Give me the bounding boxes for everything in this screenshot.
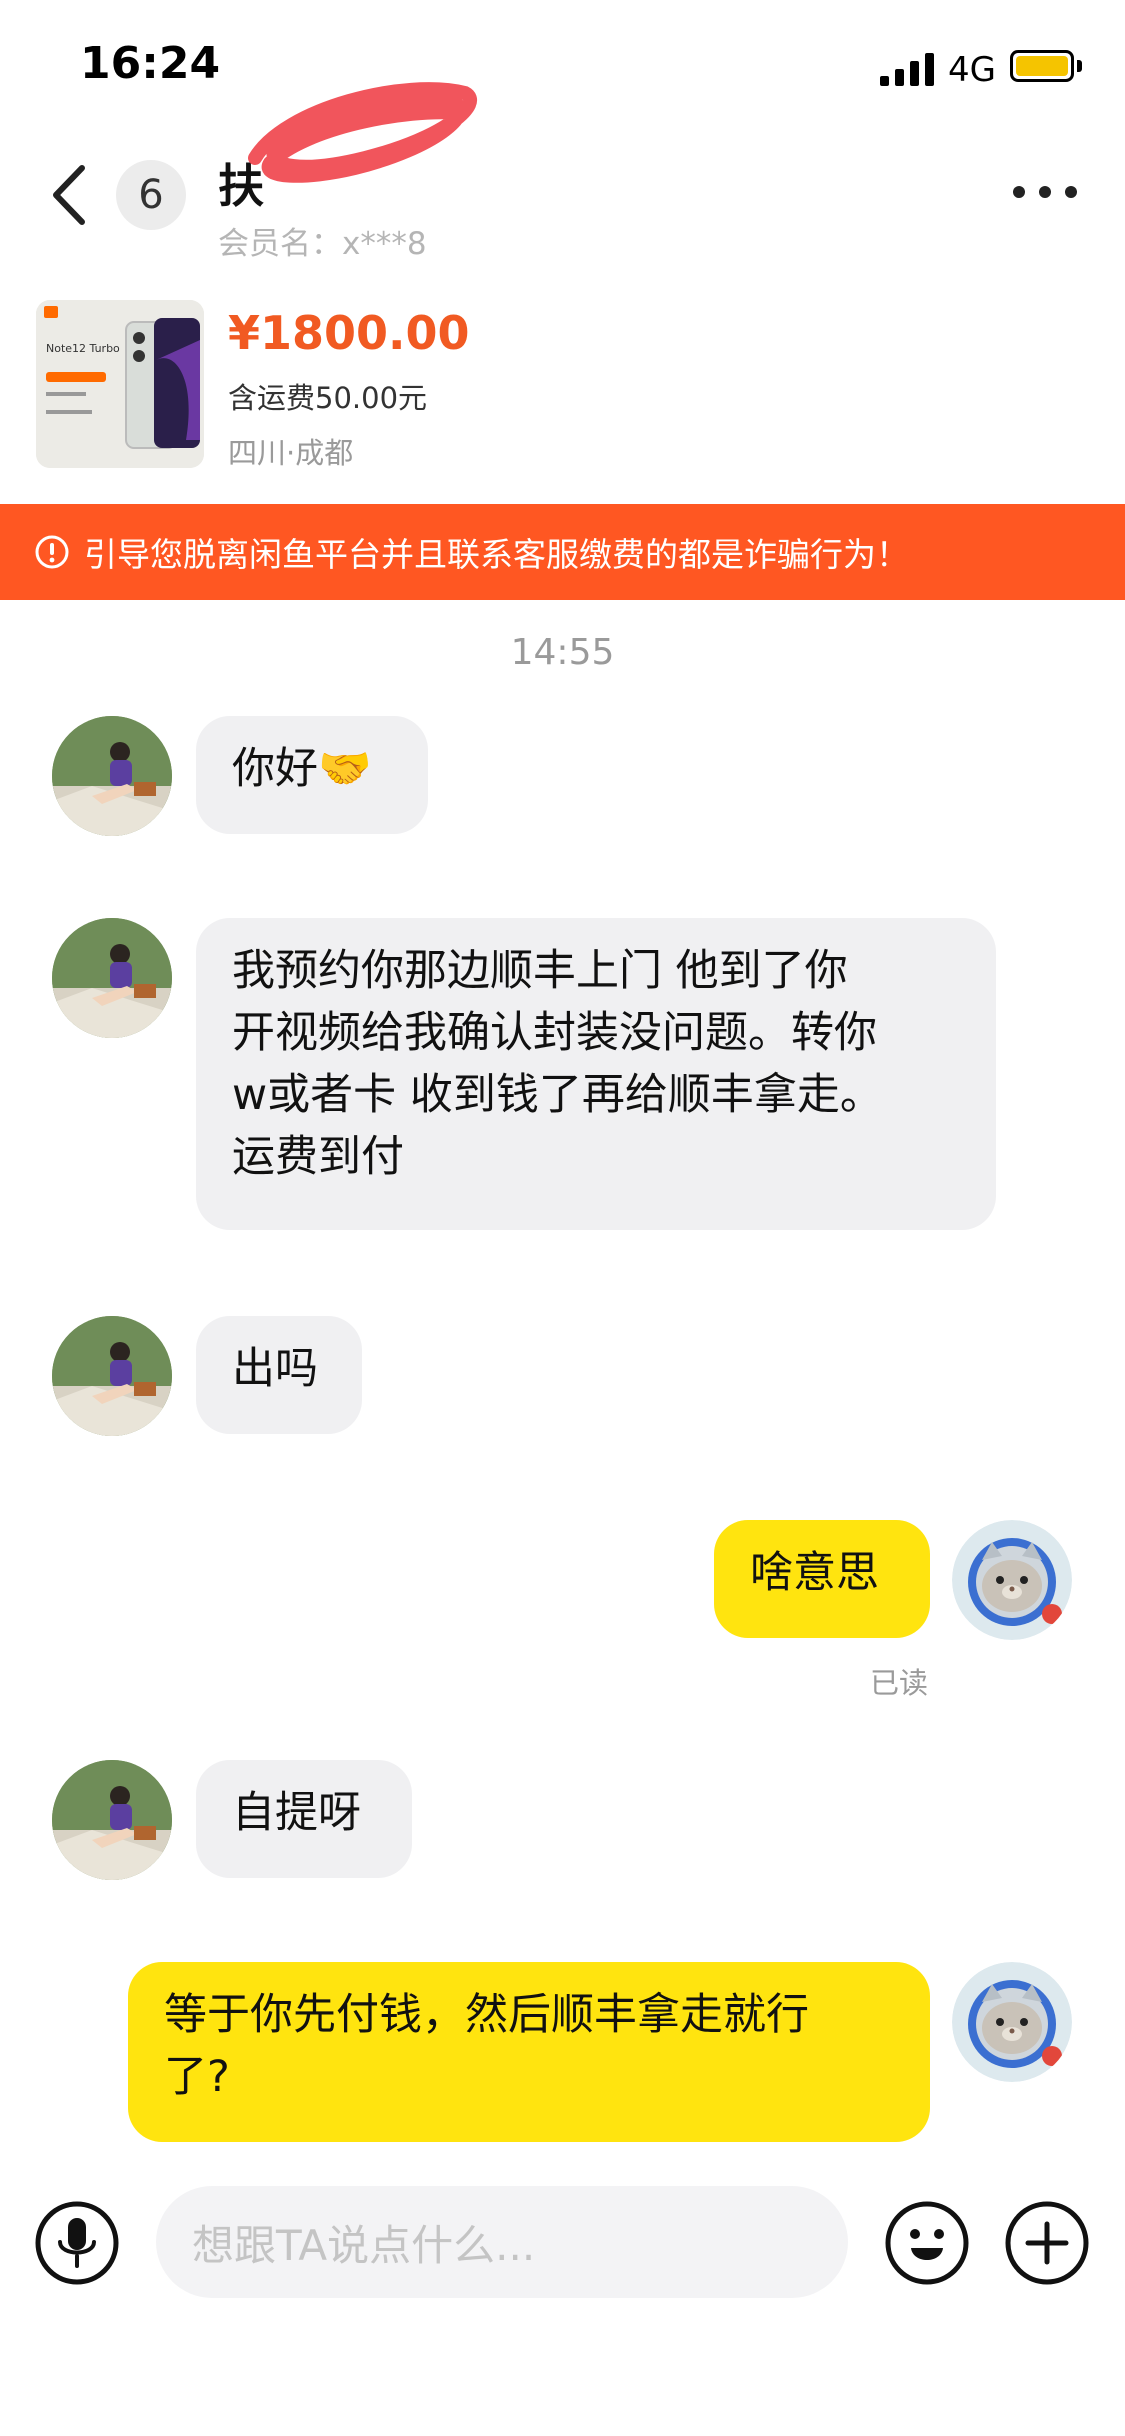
message-line: 运费到付 <box>232 1132 404 1182</box>
cat-avatar-icon <box>952 1962 1072 2082</box>
member-name: 会员名：x***8 <box>218 226 427 262</box>
redaction-scribble <box>248 82 477 183</box>
product-location: 四川·成都 <box>228 436 354 470</box>
product-model-text: Note12 Turbo <box>46 342 120 355</box>
input-placeholder: 想跟TA说点什么... <box>192 2220 536 2270</box>
battery-tip <box>1077 60 1082 72</box>
message-line: 了? <box>164 2052 230 2102</box>
battery-icon <box>1010 50 1074 82</box>
message-text: 啥意思 <box>750 1548 879 1598</box>
seller-avatar-photo <box>52 1760 172 1880</box>
message-line: w或者卡 收到钱了再给顺丰拿走。 <box>232 1070 883 1120</box>
add-attachment-icon[interactable] <box>1004 2200 1090 2286</box>
message-line: 我预约你那边顺丰上门 他到了你 <box>232 946 848 996</box>
shipping-fee: 含运费50.00元 <box>228 381 428 415</box>
message-text: 你好🤝 <box>232 744 372 794</box>
fraud-warning-banner: 引导您脱离闲鱼平台并且联系客服缴费的都是诈骗行为！ <box>0 504 1125 600</box>
more-options-icon[interactable] <box>1012 185 1078 199</box>
seller-avatar-photo <box>52 1316 172 1436</box>
seller-avatar-photo <box>52 918 172 1038</box>
seller-avatar-photo <box>52 716 172 836</box>
warning-text: 引导您脱离闲鱼平台并且联系客服缴费的都是诈骗行为！ <box>84 535 909 574</box>
seller-avatar[interactable] <box>52 918 172 1038</box>
message-input[interactable]: 想跟TA说点什么... <box>156 2186 848 2298</box>
emoji-icon[interactable] <box>884 2200 970 2286</box>
my-avatar[interactable] <box>952 1962 1072 2082</box>
message-bubble[interactable]: 我预约你那边顺丰上门 他到了你 开视频给我确认封装没问题。转你 w或者卡 收到钱… <box>196 918 996 1230</box>
voice-input-icon[interactable] <box>34 2200 120 2286</box>
seller-avatar[interactable] <box>52 1316 172 1436</box>
product-phone-image: Note12 Turbo <box>36 300 204 468</box>
read-receipt: 已读 <box>870 1666 929 1700</box>
my-avatar[interactable] <box>952 1520 1072 1640</box>
warning-icon <box>35 535 69 569</box>
back-arrow-icon[interactable] <box>44 160 94 230</box>
seller-avatar[interactable] <box>52 1760 172 1880</box>
message-text: 出吗 <box>232 1344 318 1394</box>
my-message-bubble[interactable]: 等于你先付钱，然后顺丰拿走就行 了? <box>128 1962 930 2142</box>
product-thumbnail[interactable]: Note12 Turbo <box>36 300 204 468</box>
my-message-bubble[interactable]: 啥意思 <box>714 1520 930 1638</box>
product-price: ¥1800.00 <box>228 306 470 360</box>
message-line: 等于你先付钱，然后顺丰拿走就行 <box>164 1990 809 2040</box>
network-label: 4G <box>948 50 996 90</box>
message-line: 开视频给我确认封装没问题。转你 <box>232 1008 877 1058</box>
message-text: 自提呀 <box>232 1788 361 1838</box>
seller-avatar[interactable] <box>52 716 172 836</box>
message-bubble[interactable]: 你好🤝 <box>196 716 428 834</box>
status-time: 16:24 <box>80 38 221 89</box>
unread-count-badge[interactable]: 6 <box>116 160 186 230</box>
message-bubble[interactable]: 出吗 <box>196 1316 362 1434</box>
signal-icon <box>880 53 934 86</box>
message-bubble[interactable]: 自提呀 <box>196 1760 412 1878</box>
cat-avatar-icon <box>952 1520 1072 1640</box>
chat-timestamp: 14:55 <box>510 632 615 673</box>
